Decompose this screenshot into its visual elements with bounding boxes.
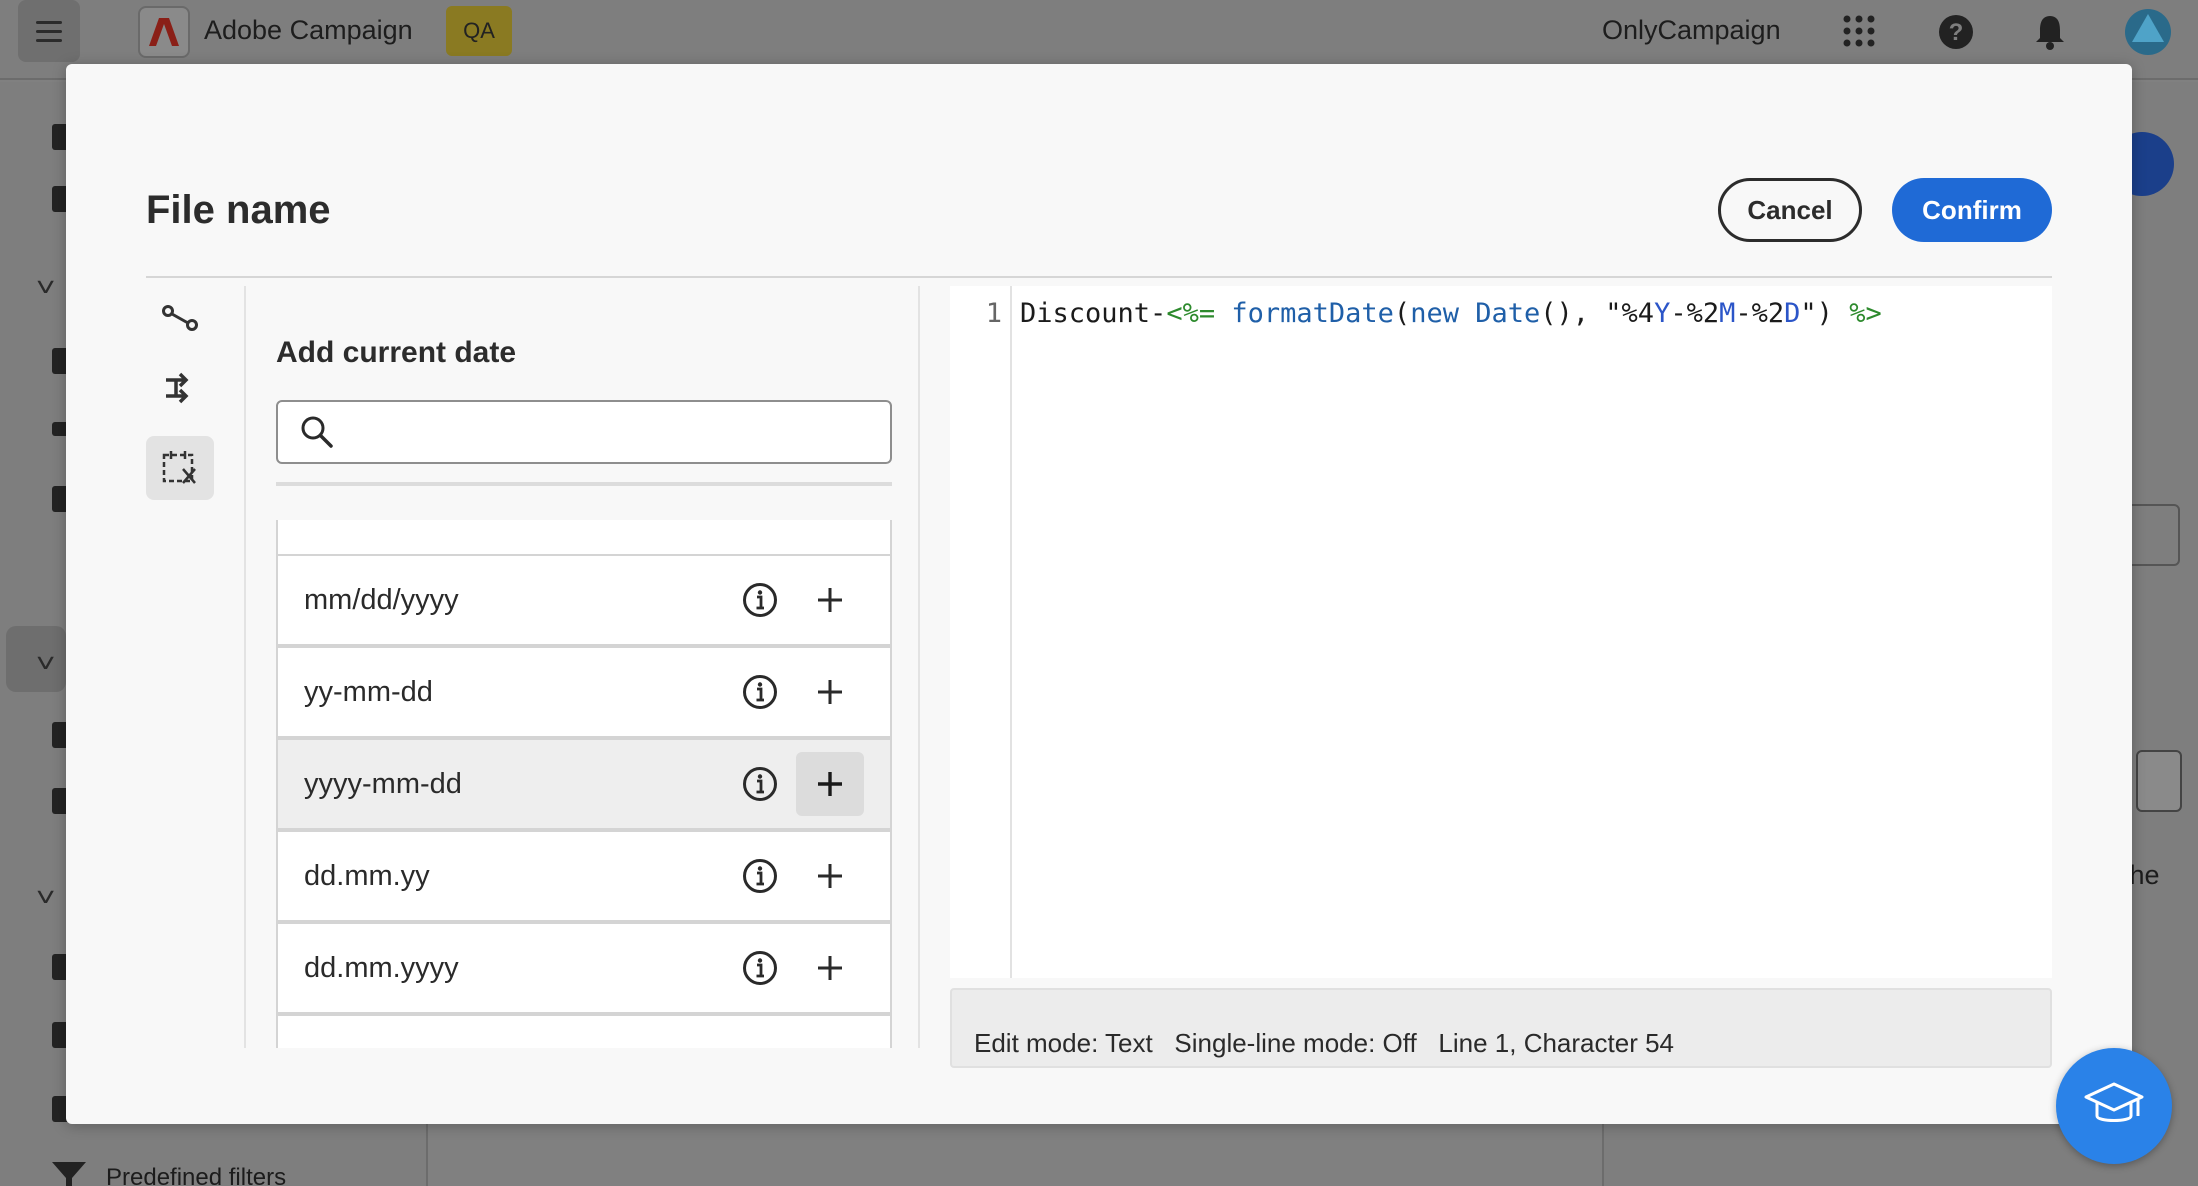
code-sep: -%2 — [1735, 298, 1785, 329]
environment-badge: QA — [446, 6, 512, 56]
help-icon[interactable]: ? — [1938, 14, 1974, 50]
code-prefix: Discount- — [1020, 298, 1167, 329]
status-single-line: Single-line mode: Off — [1174, 1028, 1417, 1058]
info-icon[interactable] — [740, 764, 780, 804]
search-icon — [301, 416, 333, 448]
status-position: Line 1, Character 54 — [1438, 1028, 1674, 1058]
list-item[interactable]: dd.mm.yyyy — [276, 922, 892, 1014]
status-text: Edit mode: Text Single-line mode: Off Li… — [974, 1028, 1674, 1059]
search-field[interactable] — [276, 400, 892, 464]
rail-date-button[interactable] — [146, 436, 214, 500]
code-keyword-date: Date — [1475, 298, 1541, 329]
code-spec-m: M — [1719, 298, 1736, 329]
apps-grid-icon[interactable] — [1842, 14, 1876, 48]
org-switcher[interactable]: OnlyCampaign — [1602, 15, 1781, 46]
info-icon[interactable] — [740, 856, 780, 896]
menu-button[interactable] — [18, 0, 80, 62]
search-divider — [276, 482, 892, 486]
list-item[interactable]: dd.mm.yy — [276, 830, 892, 922]
panel-title: Add current date — [276, 336, 517, 369]
code-function: formatDate — [1231, 298, 1394, 329]
line-number: 1 — [985, 298, 1002, 329]
info-icon[interactable] — [740, 948, 780, 988]
code-sep: -%2 — [1670, 298, 1720, 329]
learn-help-button[interactable] — [2056, 1048, 2172, 1164]
plus-icon[interactable] — [796, 936, 864, 1000]
info-icon[interactable] — [740, 672, 780, 712]
expression-editor[interactable]: 1 Discount-<%= formatDate(new Date(), "%… — [950, 286, 2052, 978]
info-icon[interactable] — [740, 580, 780, 620]
code-spec-y: Y — [1654, 298, 1671, 329]
background-field — [2126, 504, 2180, 566]
file-name-dialog: File name Cancel Confirm Add current dat… — [66, 64, 2132, 1124]
hamburger-icon — [36, 29, 62, 33]
date-format-list: mm/dd/yyyy yy-mm-dd yyyy-mm-dd dd.mm.yy … — [276, 520, 892, 1048]
app-title: Adobe Campaign — [204, 15, 413, 45]
cancel-button[interactable]: Cancel — [1718, 178, 1862, 242]
list-item-hovered[interactable]: yyyy-mm-dd — [276, 738, 892, 830]
code-line[interactable]: Discount-<%= formatDate(new Date(), "%4Y… — [1020, 298, 1882, 329]
chevron-down-icon[interactable]: ˅ — [36, 648, 56, 679]
svg-text:?: ? — [1949, 19, 1964, 46]
notifications-bell-icon[interactable] — [2034, 14, 2066, 50]
adobe-logo — [138, 6, 190, 58]
branch-icon — [166, 372, 189, 404]
plus-icon[interactable] — [796, 568, 864, 632]
filter-icon — [52, 1162, 86, 1186]
editor-status-bar: Edit mode: Text Single-line mode: Off Li… — [950, 988, 2052, 1068]
plus-icon[interactable] — [796, 660, 864, 724]
calendar-variable-icon — [162, 451, 196, 484]
dialog-title: File name — [146, 188, 331, 232]
code-open-tag: <%= — [1166, 298, 1216, 329]
rail-functions-button[interactable] — [146, 356, 214, 420]
user-avatar[interactable] — [2124, 8, 2172, 56]
code-close-tag: %> — [1849, 298, 1882, 329]
adobe-icon — [149, 18, 179, 46]
path-icon — [162, 305, 198, 331]
list-item-partial[interactable] — [276, 520, 892, 556]
plus-icon[interactable] — [796, 844, 864, 908]
confirm-button[interactable]: Confirm — [1892, 178, 2052, 242]
list-item-label: dd.mm.yy — [304, 859, 430, 892]
list-item-partial[interactable] — [276, 1014, 892, 1048]
dialog-divider — [146, 276, 2052, 278]
code-close-args: ") — [1800, 298, 1833, 329]
list-item[interactable]: mm/dd/yyyy — [276, 554, 892, 646]
code-args: (), "%4 — [1540, 298, 1655, 329]
code-spec-d: D — [1784, 298, 1801, 329]
background-card-icon — [2136, 750, 2182, 812]
panel-divider — [918, 286, 920, 1048]
list-item-label: dd.mm.yyyy — [304, 951, 459, 984]
list-item-label: mm/dd/yyyy — [304, 583, 459, 616]
list-item-label: yyyy-mm-dd — [304, 767, 462, 800]
list-item-label: yy-mm-dd — [304, 675, 433, 708]
chevron-down-icon[interactable]: ˅ — [36, 272, 56, 303]
list-item[interactable]: yy-mm-dd — [276, 646, 892, 738]
chevron-down-icon[interactable]: ˅ — [36, 882, 56, 913]
rail-attributes-button[interactable] — [146, 286, 214, 350]
sidebar-item-predefined-filters[interactable]: Predefined filters — [106, 1164, 286, 1186]
search-input[interactable] — [334, 402, 890, 462]
code-keyword-new: new — [1410, 298, 1459, 329]
graduation-cap-icon — [2084, 1082, 2144, 1122]
status-edit-mode: Edit mode: Text — [974, 1028, 1153, 1058]
plus-icon[interactable] — [796, 752, 864, 816]
editor-gutter: 1 — [950, 286, 1012, 978]
expression-tools-rail — [146, 286, 246, 1048]
code-paren: ( — [1393, 298, 1411, 329]
